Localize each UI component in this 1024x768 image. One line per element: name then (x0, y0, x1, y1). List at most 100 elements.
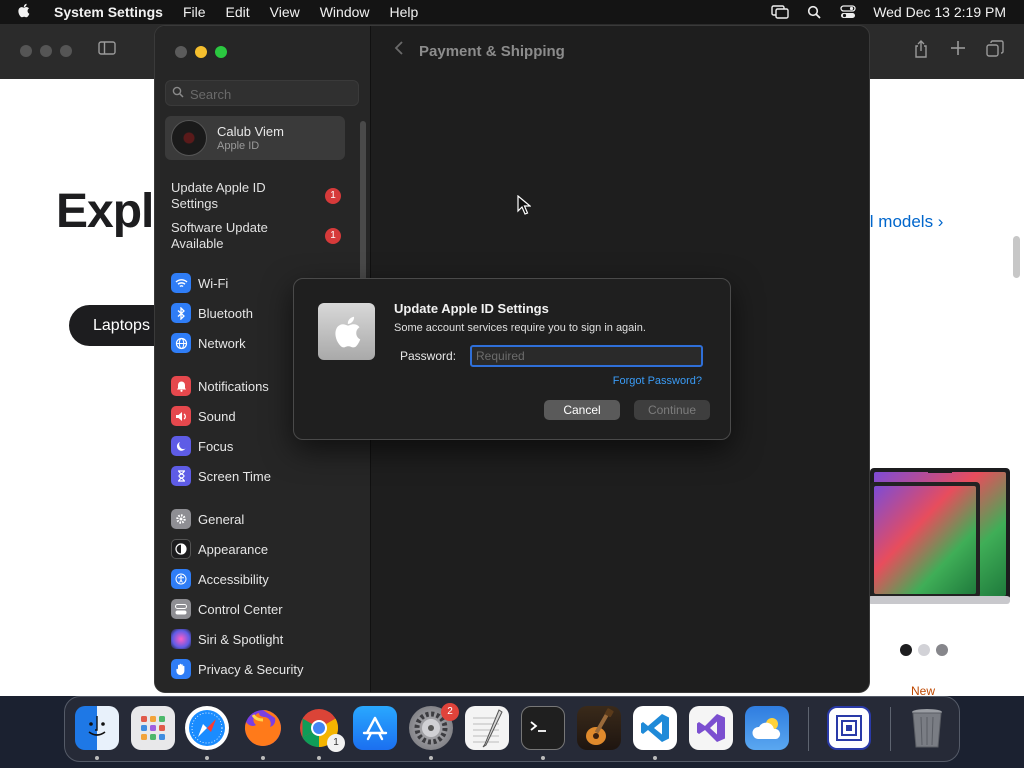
spotlight-search-icon[interactable] (805, 5, 823, 19)
globe-icon (171, 333, 191, 353)
forgot-password-link[interactable]: Forgot Password? (613, 375, 702, 387)
running-indicator (95, 756, 99, 760)
running-indicator (541, 756, 545, 760)
apple-id-account[interactable]: Calub Viem Apple ID (165, 116, 345, 160)
notice-label: Software Update Available (171, 220, 268, 251)
finder-icon[interactable] (75, 706, 119, 750)
accessibility-icon (171, 569, 191, 589)
browser-zoom-button[interactable] (60, 45, 72, 57)
new-tab-icon[interactable] (947, 40, 969, 62)
sidebar-item-label: Network (198, 335, 246, 351)
cancel-button[interactable]: Cancel (544, 400, 620, 420)
share-icon[interactable] (910, 40, 932, 62)
app-menu[interactable]: System Settings (46, 4, 173, 20)
dock-separator (808, 707, 809, 751)
sidebar-item-appearance[interactable]: Appearance (171, 538, 268, 560)
sidebar-scrollbar[interactable] (360, 121, 366, 281)
screen-mirroring-icon[interactable] (771, 5, 789, 19)
sidebar-item-label: Focus (198, 438, 234, 454)
menu-bar: System Settings File Edit View Window He… (0, 0, 1024, 24)
sidebar-item-sound[interactable]: Sound (171, 405, 236, 427)
sidebar-item-accessibility[interactable]: Accessibility (171, 568, 269, 590)
sidebar-item-label: Notifications (198, 378, 269, 394)
sidebar-item-siri-spotlight[interactable]: Siri & Spotlight (171, 628, 283, 650)
sidebar-item-general[interactable]: General (171, 508, 244, 530)
firefox-icon[interactable] (241, 706, 285, 750)
help-menu[interactable]: Help (380, 4, 429, 20)
mouse-cursor-icon (517, 195, 531, 215)
textedit-icon[interactable] (465, 706, 509, 750)
avatar (171, 120, 207, 156)
sidebar-item-control-center[interactable]: Control Center (171, 598, 283, 620)
carousel-dot[interactable] (918, 644, 930, 656)
minimize-button[interactable] (195, 46, 207, 58)
zoom-button[interactable] (215, 46, 227, 58)
chrome-badge: 1 (327, 734, 345, 752)
back-button[interactable] (389, 40, 409, 62)
laptop-product-image (868, 468, 1010, 604)
page-scrollbar[interactable] (1013, 236, 1020, 278)
update-apple-id-notice[interactable]: Update Apple ID Settings 1 (171, 180, 341, 212)
wifi-icon (171, 273, 191, 293)
sidebar-item-privacy-security[interactable]: Privacy & Security (171, 658, 303, 680)
sidebar-item-network[interactable]: Network (171, 332, 246, 354)
bluetooth-icon (171, 303, 191, 323)
terminal-icon[interactable] (521, 706, 565, 750)
menu-bar-clock[interactable]: Wed Dec 13 2:19 PM (873, 4, 1006, 20)
sidebar-item-wifi[interactable]: Wi-Fi (171, 272, 228, 294)
update-apple-id-dialog: Update Apple ID Settings Some account se… (293, 278, 731, 440)
account-name: Calub Viem (217, 124, 284, 139)
dock-separator (890, 707, 891, 751)
all-models-link[interactable]: ll models › (866, 212, 943, 232)
edit-menu[interactable]: Edit (216, 4, 260, 20)
appearance-icon (171, 539, 191, 559)
app-store-icon[interactable] (353, 706, 397, 750)
sidebar-item-bluetooth[interactable]: Bluetooth (171, 302, 253, 324)
sidebar-item-screen-time[interactable]: Screen Time (171, 465, 271, 487)
software-update-notice[interactable]: Software Update Available 1 (171, 220, 341, 252)
vscode-icon[interactable] (633, 706, 677, 750)
sidebar-item-label: Sound (198, 408, 236, 424)
safari-icon[interactable] (185, 706, 229, 750)
garageband-icon[interactable] (577, 706, 621, 750)
browser-minimize-button[interactable] (40, 45, 52, 57)
tab-overview-icon[interactable] (984, 40, 1006, 62)
search-input[interactable] (190, 85, 350, 103)
trash-icon[interactable] (905, 706, 949, 750)
siri-icon (171, 629, 191, 649)
sidebar-item-label: Wi-Fi (198, 275, 229, 291)
sidebar-item-label: Screen Time (198, 468, 271, 484)
hand-icon (171, 659, 191, 679)
browser-close-button[interactable] (20, 45, 32, 57)
running-indicator (205, 756, 209, 760)
carousel-dot[interactable] (936, 644, 948, 656)
sidebar-item-label: Appearance (198, 541, 269, 557)
sidebar-item-label: Accessibility (198, 571, 269, 587)
page-title: Payment & Shipping (419, 43, 565, 60)
sidebar-toggle-icon[interactable] (96, 40, 118, 62)
running-indicator (429, 756, 433, 760)
window-menu[interactable]: Window (310, 4, 380, 20)
sidebar-item-notifications[interactable]: Notifications (171, 375, 269, 397)
moon-icon (171, 436, 191, 456)
launchpad-icon[interactable] (131, 706, 175, 750)
search-icon (172, 86, 184, 101)
screen-sharing-icon[interactable] (827, 706, 871, 750)
sidebar-item-focus[interactable]: Focus (171, 435, 233, 457)
close-button[interactable] (175, 46, 187, 58)
dialog-title: Update Apple ID Settings (394, 301, 549, 316)
carousel-dot[interactable] (900, 644, 912, 656)
password-field[interactable] (470, 345, 703, 367)
control-center-icon[interactable] (839, 5, 857, 19)
weather-icon[interactable] (745, 706, 789, 750)
visual-studio-icon[interactable] (689, 706, 733, 750)
system-settings-badge: 2 (441, 703, 459, 721)
notification-badge: 1 (325, 188, 341, 204)
notice-label: Update Apple ID Settings (171, 180, 266, 211)
file-menu[interactable]: File (173, 4, 216, 20)
running-indicator (317, 756, 321, 760)
dialog-message: Some account services require you to sig… (394, 322, 646, 334)
apple-menu-icon[interactable] (0, 3, 46, 22)
continue-button[interactable]: Continue (634, 400, 710, 420)
view-menu[interactable]: View (260, 4, 310, 20)
